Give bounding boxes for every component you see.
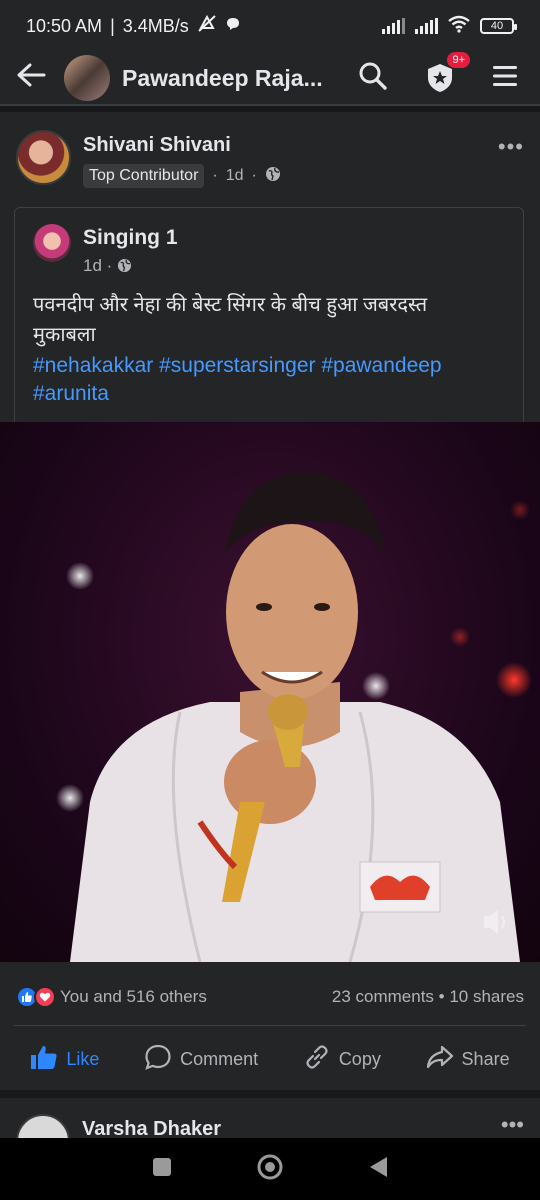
love-reaction-icon (34, 986, 56, 1008)
back-icon[interactable] (367, 1155, 389, 1184)
comment-button[interactable]: Comment (144, 1043, 258, 1076)
network-speed: 3.4MB/s (122, 15, 189, 36)
post-time[interactable]: 1d (226, 167, 244, 185)
author-avatar[interactable] (16, 130, 71, 185)
group-avatar[interactable] (64, 55, 110, 101)
shared-post[interactable]: Singing 1 1d · पवनदीप और नेहा की बेस्ट स… (14, 207, 524, 422)
next-author-name[interactable]: Varsha Dhaker (82, 1118, 221, 1138)
copy-button[interactable]: Copy (303, 1043, 381, 1076)
system-nav-bar (0, 1138, 540, 1200)
share-label: Share (461, 1048, 510, 1069)
battery-icon: 40 (480, 18, 517, 34)
next-author-avatar[interactable] (16, 1114, 70, 1138)
home-icon[interactable] (255, 1152, 285, 1187)
shared-post-text: पवनदीप और नेहा की बेस्ट सिंगर के बीच हुआ… (33, 294, 428, 346)
share-button[interactable]: Share (426, 1044, 510, 1075)
copy-label: Copy (338, 1048, 381, 1069)
shared-author-name[interactable]: Singing 1 (83, 226, 178, 250)
author-name[interactable]: Shivani Shivani (83, 134, 231, 157)
shared-post-time[interactable]: 1d (83, 256, 102, 275)
group-title[interactable]: Pawandeep Raja... (122, 65, 322, 92)
thumbs-up-icon (30, 1044, 58, 1075)
menu-icon[interactable] (492, 64, 518, 93)
divider (14, 1025, 526, 1026)
shared-author-avatar[interactable] (33, 224, 71, 262)
top-contributor-badge[interactable]: Top Contributor (83, 164, 205, 188)
comment-label: Comment (180, 1048, 259, 1069)
post-photo[interactable] (0, 422, 540, 962)
reactions-summary[interactable]: You and 516 others (60, 987, 207, 1007)
recents-icon[interactable] (151, 1156, 173, 1183)
chat-notification-icon (225, 16, 241, 37)
next-post: Varsha Dhaker ••• (0, 1098, 540, 1138)
like-label: Like (66, 1048, 100, 1069)
post-header: Shivani Shivani Top Contributor · 1d · •… (16, 130, 524, 190)
hashtags[interactable]: #nehakakkar #superstarsinger #pawandeep … (33, 352, 493, 408)
admin-badge-icon[interactable]: 9+ (424, 52, 470, 94)
comment-icon (144, 1043, 172, 1076)
like-button[interactable]: Like (30, 1044, 99, 1075)
share-arrow-icon (426, 1044, 454, 1075)
back-arrow-icon[interactable] (16, 61, 56, 95)
globe-icon (117, 256, 132, 275)
group-header: Pawandeep Raja... 9+ (0, 52, 540, 106)
notification-badge: 9+ (447, 52, 470, 68)
next-post-options-icon[interactable]: ••• (501, 1112, 524, 1138)
comments-shares-count[interactable]: 23 comments • 10 shares (332, 987, 524, 1007)
globe-icon (265, 166, 281, 187)
search-icon[interactable] (358, 61, 388, 96)
link-icon (303, 1043, 331, 1076)
mute-icon (197, 14, 217, 38)
status-bar: 10:50 AM | 3.4MB/s 40 (0, 0, 540, 52)
status-time: 10:50 AM (26, 15, 103, 36)
signal-icon (382, 18, 405, 34)
battery-level: 40 (490, 20, 504, 32)
wifi-icon (448, 15, 470, 38)
post-options-icon[interactable]: ••• (498, 134, 524, 160)
post-card: Shivani Shivani Top Contributor · 1d · •… (0, 112, 540, 1090)
signal-icon-2 (415, 18, 438, 34)
